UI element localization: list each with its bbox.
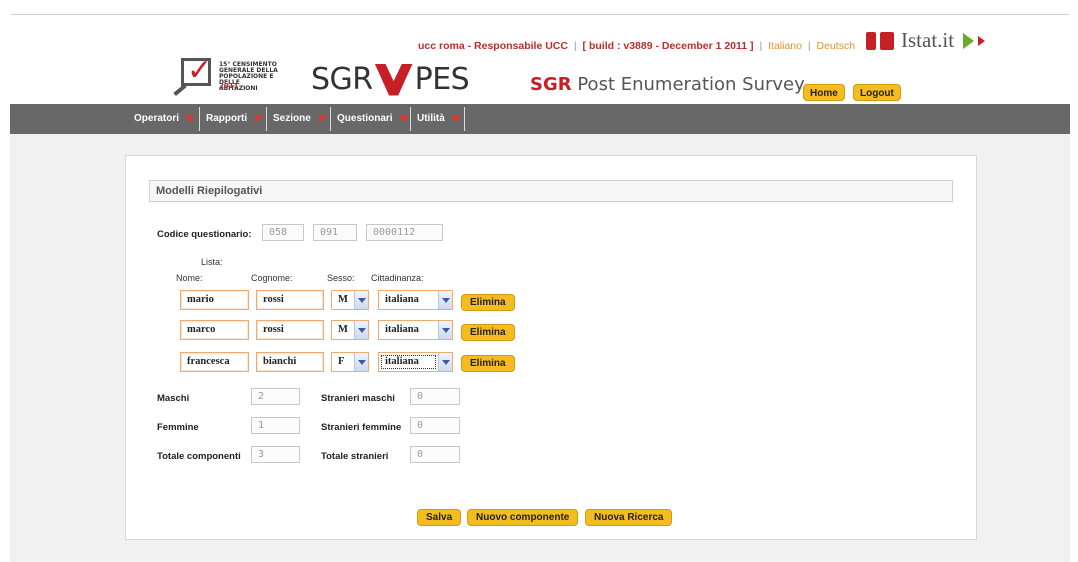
sesso-select[interactable]: F [331, 352, 369, 372]
nome-input[interactable]: marco [180, 320, 249, 340]
sgr-pes-logo: SGR PES [311, 62, 470, 97]
nav-questionari[interactable]: Questionari [331, 104, 415, 134]
v-logo-icon [374, 63, 413, 96]
femmine-field: 1 [251, 417, 300, 434]
totale-stranieri-field: 0 [410, 446, 460, 463]
nav-sezione[interactable]: Sezione [267, 104, 333, 134]
form-panel [125, 155, 977, 540]
dropdown-arrow-icon [253, 116, 264, 122]
app-title: SGR Post Enumeration Survey [530, 74, 805, 95]
lang-italiano-link[interactable]: Italiano [768, 40, 802, 52]
stranieri-femmine-label: Stranieri femmine [321, 422, 402, 433]
user-info: ucc roma - Responsabile UCC [418, 40, 568, 52]
user-info-bar: ucc roma - Responsabile UCC | [ build : … [418, 40, 856, 52]
section-title: Modelli Riepilogativi [149, 180, 953, 202]
elimina-button[interactable]: Elimina [461, 355, 515, 372]
nav-rapporti[interactable]: Rapporti [200, 104, 269, 134]
main-nav: Operatori Rapporti Sezione Questionari U… [10, 104, 1070, 134]
codice-field-3: 0000112 [366, 224, 443, 241]
col-cognome-label: Cognome: [251, 273, 293, 283]
chevron-down-icon [357, 327, 366, 333]
logout-button[interactable]: Logout [853, 84, 901, 101]
nav-utilita[interactable]: Utilità [411, 104, 467, 134]
cittadinanza-select[interactable]: italiana [378, 290, 453, 310]
chevron-down-icon [441, 327, 450, 333]
dropdown-arrow-icon [316, 116, 327, 122]
codice-label: Codice questionario: [157, 229, 252, 240]
istat-logo-text: Istat.it [901, 28, 955, 52]
col-sesso-label: Sesso: [327, 273, 355, 283]
nuova-ricerca-button[interactable]: Nuova Ricerca [585, 509, 673, 526]
checkmark-icon: ✓ [187, 53, 213, 88]
dropdown-arrow-icon [185, 116, 196, 122]
chevron-down-icon [357, 297, 366, 303]
totale-stranieri-label: Totale stranieri [321, 451, 389, 462]
nome-input[interactable]: francesca [180, 352, 249, 372]
femmine-label: Femmine [157, 422, 199, 433]
istat-logo-link[interactable]: Istat.it [866, 28, 986, 53]
census-logo: ✓ 15° CENSIMENTO GENERALE DELLA POPOLAZI… [173, 56, 283, 102]
home-button[interactable]: Home [803, 84, 845, 101]
chevron-down-icon [441, 297, 450, 303]
stranieri-maschi-field: 0 [410, 388, 460, 405]
cognome-input[interactable]: bianchi [256, 352, 324, 372]
cognome-input[interactable]: rossi [256, 290, 324, 310]
chevron-down-icon [441, 359, 450, 365]
istat-logo-mark [866, 31, 876, 50]
elimina-button[interactable]: Elimina [461, 324, 515, 341]
cittadinanza-select[interactable]: italiana [378, 352, 453, 372]
arrow-icon [963, 32, 975, 49]
codice-field-2: 091 [313, 224, 357, 241]
col-cittadinanza-label: Cittadinanza: [371, 273, 424, 283]
dropdown-arrow-icon [450, 116, 461, 122]
maschi-label: Maschi [157, 393, 190, 404]
dropdown-arrow-icon [398, 116, 409, 122]
cittadinanza-select[interactable]: italiana [378, 320, 453, 340]
stranieri-femmine-field: 0 [410, 417, 460, 434]
totale-componenti-label: Totale componenti [157, 451, 241, 462]
lista-label: Lista: [201, 257, 223, 267]
nav-operatori[interactable]: Operatori [128, 104, 201, 134]
sesso-select[interactable]: M [331, 290, 369, 310]
elimina-button[interactable]: Elimina [461, 294, 515, 311]
nome-input[interactable]: mario [180, 290, 249, 310]
cognome-input[interactable]: rossi [256, 320, 324, 340]
lang-deutsch-link[interactable]: Deutsch [817, 40, 856, 52]
salva-button[interactable]: Salva [417, 509, 462, 526]
sesso-select[interactable]: M [331, 320, 369, 340]
nuovo-componente-button[interactable]: Nuovo componente [467, 509, 579, 526]
maschi-field: 2 [251, 388, 300, 405]
stranieri-maschi-label: Stranieri maschi [321, 393, 395, 404]
codice-field-1: 058 [262, 224, 304, 241]
top-divider [10, 14, 1070, 15]
chevron-down-icon [357, 359, 366, 365]
totale-componenti-field: 3 [251, 446, 300, 463]
census-logo-year: 2011 [219, 82, 239, 90]
col-nome-label: Nome: [176, 273, 203, 283]
build-info: [ build : v3889 - December 1 2011 ] [582, 40, 754, 52]
